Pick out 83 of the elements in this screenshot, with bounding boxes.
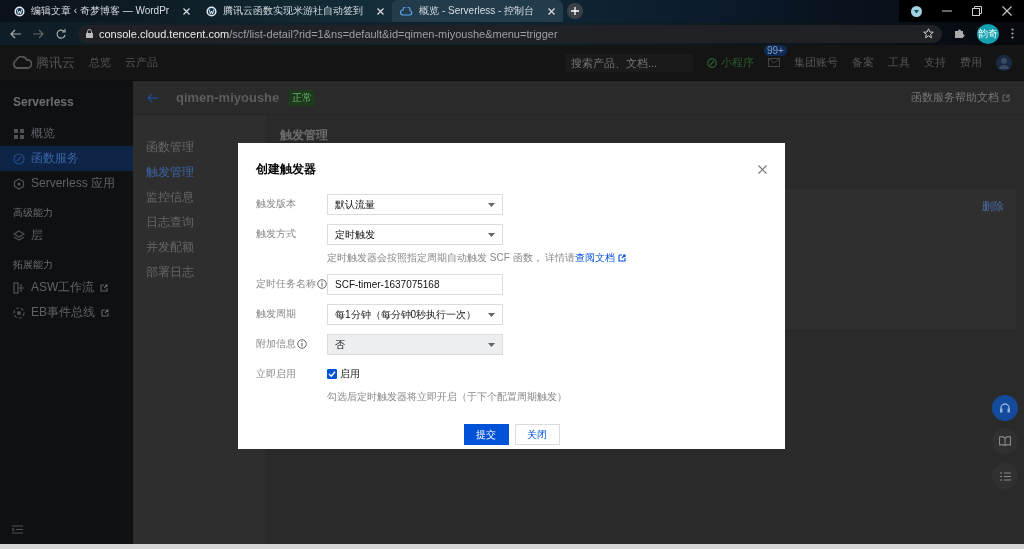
close-icon[interactable] bbox=[183, 7, 191, 15]
checkmark-icon bbox=[328, 370, 336, 378]
profile-avatar[interactable]: 韵奇 bbox=[977, 23, 999, 44]
browser-tab[interactable]: 腾讯云函数实现米游社自动签到 bbox=[198, 0, 393, 22]
sidebar-item[interactable]: EB事件总线 bbox=[0, 300, 133, 325]
media-control-icon[interactable] bbox=[911, 5, 922, 17]
search-field[interactable]: 搜索产品、文档... bbox=[565, 53, 693, 72]
logo-text[interactable]: 腾讯云 bbox=[36, 53, 75, 72]
field-label: 立即启用 bbox=[256, 367, 296, 381]
docs-link[interactable]: 查阅文档 bbox=[575, 251, 627, 265]
nav-menu[interactable]: 支持 bbox=[924, 55, 946, 70]
dialog-title: 创建触发器 bbox=[256, 161, 316, 178]
gauge-icon bbox=[13, 152, 25, 165]
sidebar-item[interactable]: 层 bbox=[0, 223, 133, 248]
list-icon bbox=[999, 471, 1011, 481]
cloud-icon bbox=[400, 6, 414, 16]
sidebar-section: 拓展能力 bbox=[0, 248, 133, 275]
circle-logo-icon bbox=[14, 5, 25, 17]
grid-icon bbox=[13, 127, 25, 140]
puzzle-icon[interactable] bbox=[954, 28, 965, 39]
input-field[interactable]: SCF-timer-1637075168 bbox=[327, 274, 503, 295]
sidebar-item[interactable]: Serverless 应用 bbox=[0, 171, 133, 196]
caret-icon bbox=[488, 232, 495, 237]
browser-tab[interactable]: 概览 - Serverless - 控制台 bbox=[392, 0, 564, 22]
select-field[interactable]: 定时触发 bbox=[327, 224, 503, 245]
field-label: 触发周期 bbox=[256, 307, 296, 321]
external-link-icon bbox=[618, 254, 627, 262]
caret-icon bbox=[488, 202, 495, 207]
close-icon bbox=[758, 165, 767, 174]
workflow-icon bbox=[13, 281, 25, 294]
nav-menu[interactable]: 备案 bbox=[852, 55, 874, 70]
close-button[interactable] bbox=[758, 165, 767, 174]
field-label: 触发方式 bbox=[256, 227, 296, 241]
more-icon[interactable] bbox=[1011, 28, 1014, 39]
circle-logo-icon bbox=[206, 5, 218, 17]
sidebar-item[interactable]: ASW工作流 bbox=[0, 275, 133, 300]
notification-badge: 99+ bbox=[764, 45, 787, 56]
caret-icon bbox=[488, 312, 495, 317]
submit-button[interactable]: 提交 bbox=[463, 424, 509, 445]
star-icon[interactable] bbox=[923, 28, 934, 39]
back-icon[interactable] bbox=[10, 28, 21, 39]
sidebar-section: 高级能力 bbox=[0, 196, 133, 223]
new-tab-button[interactable] bbox=[567, 3, 584, 19]
caret-icon bbox=[488, 342, 495, 347]
sidebar-item[interactable]: 函数服务 bbox=[0, 146, 133, 171]
nav-link[interactable]: 总览 bbox=[89, 55, 111, 70]
field-hint: 定时触发器会按照指定周期自动触发 SCF 函数， 详情请查阅文档 bbox=[327, 251, 767, 265]
hexagon-icon bbox=[13, 177, 25, 190]
browser-tab[interactable]: 编辑文章 ‹ 奇梦博客 — WordPr bbox=[6, 0, 199, 22]
field-label: 触发版本 bbox=[256, 197, 296, 211]
sidebar-title: Serverless bbox=[12, 94, 75, 111]
address-bar[interactable]: console.cloud.tencent.com/scf/list-detail?rid=1&ns=default&id=qimen-miyoushe&menu=trigger bbox=[78, 24, 942, 43]
checkbox-label[interactable]: 启用 bbox=[340, 367, 360, 381]
url-text: console.cloud.tencent.com/scf/list-detail?rid=1&ns=default&id=qimen-miyoushe&menu=trigger bbox=[99, 27, 558, 40]
close-icon[interactable] bbox=[548, 7, 556, 15]
page-title: 触发管理 bbox=[280, 127, 329, 144]
book-icon bbox=[999, 436, 1011, 446]
select-field[interactable]: 每1分钟（每分钟0秒执行一次） bbox=[327, 304, 503, 325]
close-icon[interactable] bbox=[1002, 6, 1012, 16]
delete-link[interactable]: 删除 bbox=[982, 199, 1004, 212]
layers-icon bbox=[13, 229, 25, 242]
forward-icon[interactable] bbox=[33, 28, 44, 39]
external-link-icon bbox=[1002, 93, 1010, 102]
cloud-logo-icon bbox=[12, 56, 32, 69]
headset-icon bbox=[999, 402, 1011, 414]
restore-icon[interactable] bbox=[972, 6, 982, 16]
collapse-icon[interactable] bbox=[12, 525, 23, 534]
field-label: 附加信息 bbox=[256, 337, 296, 351]
reload-icon[interactable] bbox=[56, 28, 66, 39]
help-link[interactable]: 函数服务帮助文档 bbox=[911, 90, 1010, 105]
status-tag: 正常 bbox=[289, 89, 316, 106]
sidebar-item[interactable]: 概览 bbox=[0, 121, 133, 146]
compass-icon bbox=[707, 57, 717, 68]
plus-icon bbox=[571, 7, 580, 15]
field-hint: 勾选后定时触发器将立即开启（于下个配置周期触发） bbox=[327, 390, 568, 404]
network-icon bbox=[13, 306, 25, 319]
mini-program-link[interactable]: 小程序 bbox=[707, 55, 754, 70]
checkbox[interactable] bbox=[327, 369, 337, 379]
close-icon[interactable] bbox=[377, 7, 385, 15]
lock-icon bbox=[86, 29, 93, 38]
cancel-button[interactable]: 关闭 bbox=[514, 424, 560, 445]
field-label: 定时任务名称 bbox=[256, 277, 316, 291]
select-field[interactable]: 默认流量 bbox=[327, 194, 503, 215]
